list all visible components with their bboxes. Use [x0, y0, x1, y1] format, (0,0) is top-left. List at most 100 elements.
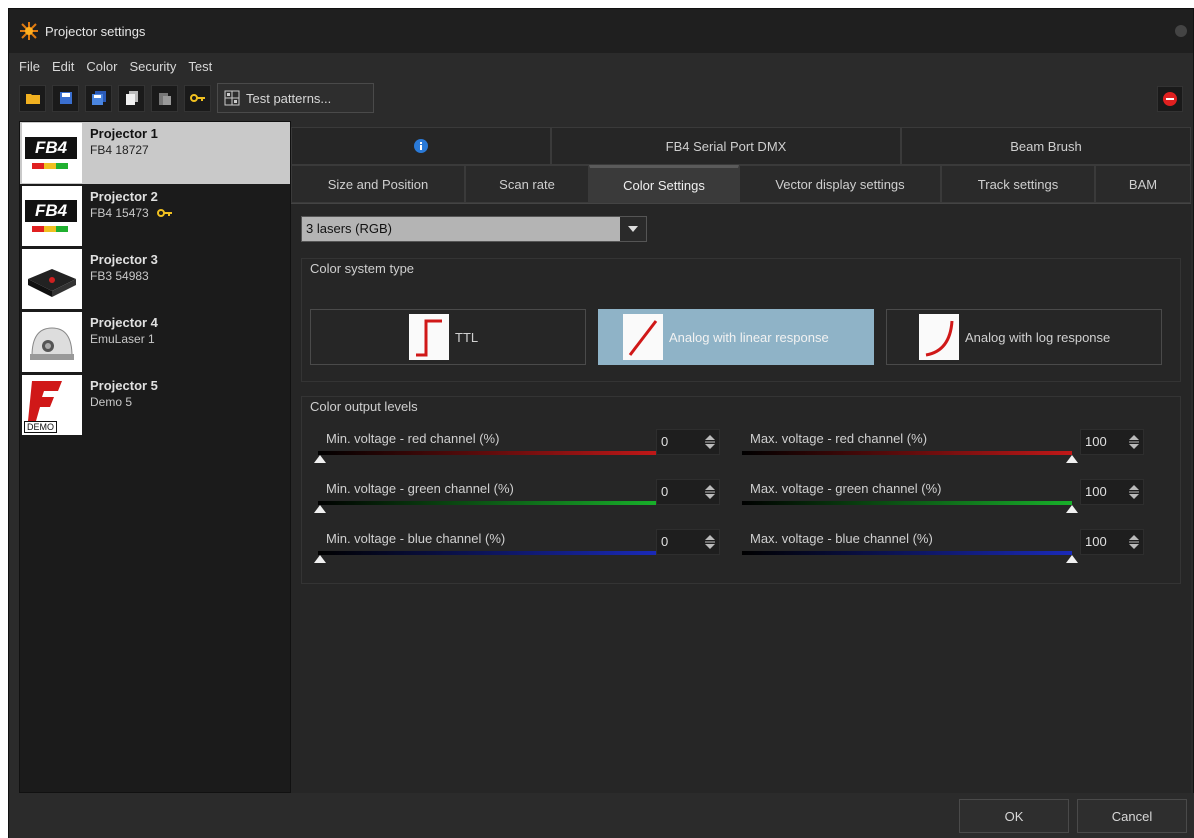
min-green-slider[interactable]	[318, 501, 658, 505]
test-patterns-button[interactable]: Test patterns...	[217, 83, 374, 113]
min-blue-slider[interactable]	[318, 551, 658, 555]
color-system-group: Color system type TTL Analog with linear…	[301, 258, 1181, 382]
max-blue-slider-thumb[interactable]	[1066, 555, 1078, 563]
max-green-value: 100	[1085, 484, 1107, 499]
copy-icon	[125, 91, 138, 105]
app-burst-icon	[19, 21, 39, 41]
demo-badge: DEMO	[24, 421, 57, 433]
projector-item-4[interactable]: Projector 4 EmuLaser 1	[20, 311, 290, 373]
projector-item-2[interactable]: FB4 Projector 2 FB4 15473	[20, 185, 290, 247]
tab-row-bottom: Size and Position Scan rate Color Settin…	[291, 165, 1191, 203]
min-red-spinbox[interactable]: 0	[656, 429, 720, 455]
save-button[interactable]	[52, 84, 79, 112]
settings-panel: FB4 Serial Port DMX Beam Brush Size and …	[291, 121, 1193, 793]
spinner-arrows-icon	[705, 535, 715, 549]
window-menu-icon[interactable]	[1175, 25, 1187, 37]
max-blue-slider[interactable]	[742, 551, 1072, 555]
max-green-spinbox[interactable]: 100	[1080, 479, 1144, 505]
projector-name: Projector 1	[90, 126, 158, 141]
key-icon	[156, 209, 172, 217]
min-green-label: Min. voltage - green channel (%)	[326, 481, 514, 496]
copy-button[interactable]	[118, 84, 145, 112]
color-output-levels-title: Color output levels	[310, 399, 418, 414]
tab-bam[interactable]: BAM	[1095, 165, 1191, 203]
title-bar: Projector settings	[9, 9, 1193, 53]
analog-log-option-button[interactable]: Analog with log response	[886, 309, 1162, 365]
paste-button[interactable]	[151, 84, 178, 112]
test-pattern-icon	[224, 90, 240, 106]
tab-color-settings[interactable]: Color Settings	[589, 165, 739, 203]
demo-device-icon: DEMO	[22, 375, 82, 435]
min-red-label: Min. voltage - red channel (%)	[326, 431, 500, 446]
paste-icon	[158, 93, 171, 105]
max-blue-spinbox[interactable]: 100	[1080, 529, 1144, 555]
ok-button[interactable]: OK	[959, 799, 1069, 833]
projector-name: Projector 4	[90, 315, 158, 330]
min-blue-spinbox[interactable]: 0	[656, 529, 720, 555]
projector-item-1[interactable]: FB4 Projector 1 FB4 18727	[20, 122, 290, 184]
tab-row-top: FB4 Serial Port DMX Beam Brush	[291, 127, 1191, 165]
fb4-device-icon: FB4	[22, 123, 82, 183]
analog-linear-option-button[interactable]: Analog with linear response	[598, 309, 874, 365]
min-red-slider-thumb[interactable]	[314, 455, 326, 463]
stop-icon	[1163, 92, 1177, 106]
max-green-slider[interactable]	[742, 501, 1072, 505]
projector-list: FB4 Projector 1 FB4 18727 FB4 Projector …	[19, 121, 291, 793]
projector-device: Demo 5	[90, 395, 133, 409]
ttl-option-button[interactable]: TTL	[310, 309, 586, 365]
linear-response-icon	[623, 314, 663, 360]
fb4-thumb-label: FB4	[25, 137, 77, 159]
window-title: Projector settings	[45, 23, 146, 39]
color-system-title: Color system type	[310, 261, 415, 276]
open-button[interactable]	[19, 84, 46, 112]
projector-name: Projector 2	[90, 189, 158, 204]
projector-device: EmuLaser 1	[90, 332, 155, 346]
tab-info[interactable]	[291, 127, 551, 165]
key-icon	[189, 94, 205, 102]
stop-button[interactable]	[1157, 86, 1183, 112]
min-green-slider-thumb[interactable]	[314, 505, 326, 513]
min-red-slider[interactable]	[318, 451, 658, 455]
max-red-spinbox[interactable]: 100	[1080, 429, 1144, 455]
min-blue-slider-thumb[interactable]	[314, 555, 326, 563]
fb4-device-icon: FB4	[22, 186, 82, 246]
save-icon	[59, 92, 72, 104]
menu-bar: File Edit Color Security Test	[9, 53, 1193, 79]
tab-size-and-position[interactable]: Size and Position	[291, 165, 465, 203]
min-green-spinbox[interactable]: 0	[656, 479, 720, 505]
tab-track-settings[interactable]: Track settings	[941, 165, 1095, 203]
spinner-arrows-icon	[705, 485, 715, 499]
tab-fb4-serial-port-dmx[interactable]: FB4 Serial Port DMX	[551, 127, 901, 165]
tab-vector-display-settings[interactable]: Vector display settings	[739, 165, 941, 203]
menu-test[interactable]: Test	[188, 59, 212, 74]
projector-settings-window: Projector settings File Edit Color Secur…	[8, 8, 1194, 838]
min-red-value: 0	[661, 434, 669, 449]
tab-scan-rate[interactable]: Scan rate	[465, 165, 589, 203]
tab-beam-brush[interactable]: Beam Brush	[901, 127, 1191, 165]
menu-color[interactable]: Color	[86, 59, 117, 74]
max-red-slider[interactable]	[742, 451, 1072, 455]
security-key-button[interactable]	[184, 84, 211, 112]
max-blue-label: Max. voltage - blue channel (%)	[750, 531, 933, 546]
laser-config-select[interactable]: 3 lasers (RGB)	[301, 216, 647, 242]
analog-log-option-label: Analog with log response	[965, 329, 1111, 345]
spinner-arrows-icon	[705, 435, 715, 449]
color-output-levels-group: Color output levels Min. voltage - red c…	[301, 396, 1181, 584]
save-all-button[interactable]	[85, 84, 112, 112]
toolbar: Test patterns...	[9, 79, 1193, 117]
projector-item-3[interactable]: Projector 3 FB3 54983	[20, 248, 290, 310]
projector-item-5[interactable]: DEMO Projector 5 Demo 5	[20, 374, 290, 436]
max-green-slider-thumb[interactable]	[1066, 505, 1078, 513]
cancel-button[interactable]: Cancel	[1077, 799, 1187, 833]
test-patterns-label: Test patterns...	[246, 90, 332, 106]
menu-security[interactable]: Security	[129, 59, 176, 74]
dialog-footer: OK Cancel	[9, 793, 1194, 838]
spinner-arrows-icon	[1129, 535, 1139, 549]
laser-config-value: 3 lasers (RGB)	[306, 221, 392, 236]
menu-edit[interactable]: Edit	[52, 59, 74, 74]
log-response-icon	[919, 314, 959, 360]
max-red-slider-thumb[interactable]	[1066, 455, 1078, 463]
chevron-down-icon	[620, 217, 646, 241]
menu-file[interactable]: File	[19, 59, 40, 74]
spinner-arrows-icon	[1129, 485, 1139, 499]
